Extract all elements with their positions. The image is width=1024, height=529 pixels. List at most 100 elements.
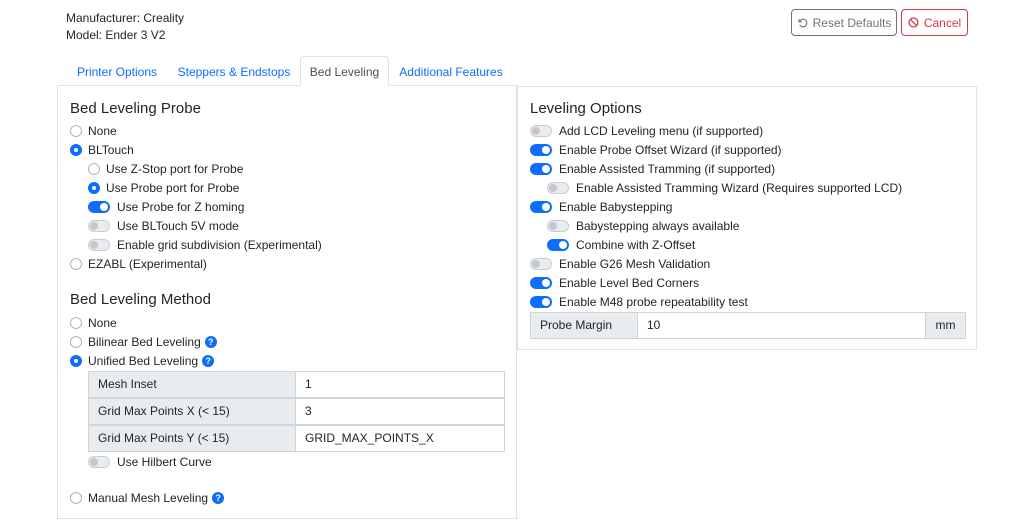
grid-subdivision-label: Enable grid subdivision (Experimental)	[117, 238, 322, 252]
zstop-port-radio[interactable]	[88, 163, 100, 175]
babystep-always-switch[interactable]	[547, 220, 569, 232]
method-unified-option[interactable]: Unified Bed Leveling ?	[70, 352, 215, 370]
combine-zoffset-label: Combine with Z-Offset	[576, 238, 696, 252]
z-homing-switch[interactable]	[88, 201, 110, 213]
method-bilinear-radio[interactable]	[70, 336, 82, 348]
tab-bed-leveling[interactable]: Bed Leveling	[300, 56, 389, 86]
method-manual-option[interactable]: Manual Mesh Leveling ?	[70, 489, 225, 507]
model-text: Model: Ender 3 V2	[66, 28, 166, 42]
bilinear-help-icon[interactable]: ?	[204, 336, 217, 348]
g26-toggle-row[interactable]: Enable G26 Mesh Validation	[530, 255, 710, 273]
cancel-button[interactable]: Cancel	[901, 9, 968, 36]
method-section-title: Bed Leveling Method	[70, 291, 211, 308]
method-manual-radio[interactable]	[70, 492, 82, 504]
tab-steppers-endstops[interactable]: Steppers & Endstops	[170, 57, 298, 87]
method-unified-radio[interactable]	[70, 355, 82, 367]
probe-offset-wizard-switch[interactable]	[530, 144, 552, 156]
probe-bltouch-radio[interactable]	[70, 144, 82, 156]
probe-offset-wizard-toggle-row[interactable]: Enable Probe Offset Wizard (if supported…	[530, 141, 782, 159]
tramming-wizard-toggle-row[interactable]: Enable Assisted Tramming Wizard (Require…	[547, 179, 902, 197]
probe-margin-input[interactable]: 10	[638, 312, 926, 339]
reset-defaults-button[interactable]: Reset Defaults	[791, 9, 897, 36]
mesh-inset-group: Mesh Inset 1	[88, 371, 505, 398]
method-manual-label: Manual Mesh Leveling	[88, 491, 209, 505]
probe-margin-label: Probe Margin	[530, 312, 638, 339]
grid-y-input[interactable]: GRID_MAX_POINTS_X	[296, 425, 505, 452]
probe-section-title: Bed Leveling Probe	[70, 100, 201, 117]
mesh-inset-input[interactable]: 1	[296, 371, 505, 398]
method-bilinear-option[interactable]: Bilinear Bed Leveling ?	[70, 333, 217, 351]
probe-none-radio[interactable]	[70, 125, 82, 137]
grid-subdivision-toggle-row[interactable]: Enable grid subdivision (Experimental)	[88, 236, 322, 254]
probe-bltouch-label: BLTouch	[88, 143, 134, 157]
m48-toggle-row[interactable]: Enable M48 probe repeatability test	[530, 293, 748, 311]
babystep-always-label: Babystepping always available	[576, 219, 740, 233]
probe-offset-wizard-label: Enable Probe Offset Wizard (if supported…	[559, 143, 782, 157]
method-none-radio[interactable]	[70, 317, 82, 329]
combine-zoffset-switch[interactable]	[547, 239, 569, 251]
level-corners-toggle-row[interactable]: Enable Level Bed Corners	[530, 274, 699, 292]
lcd-menu-toggle-row[interactable]: Add LCD Leveling menu (if supported)	[530, 122, 763, 140]
grid-subdivision-switch[interactable]	[88, 239, 110, 251]
g26-switch[interactable]	[530, 258, 552, 270]
undo-icon	[798, 18, 807, 28]
m48-switch[interactable]	[530, 296, 552, 308]
probe-bltouch-option[interactable]: BLTouch	[70, 141, 134, 159]
hilbert-switch[interactable]	[88, 456, 110, 468]
probe-ezabl-radio[interactable]	[70, 258, 82, 270]
manufacturer-text: Manufacturer: Creality	[66, 11, 185, 25]
method-none-label: None	[88, 316, 117, 330]
hilbert-label: Use Hilbert Curve	[117, 455, 212, 469]
assisted-tramming-toggle-row[interactable]: Enable Assisted Tramming (if supported)	[530, 160, 775, 178]
leveling-options-card: Leveling Options Add LCD Leveling menu (…	[517, 86, 977, 350]
g26-label: Enable G26 Mesh Validation	[559, 257, 711, 271]
z-homing-label: Use Probe for Z homing	[117, 200, 245, 214]
method-unified-label: Unified Bed Leveling	[88, 354, 199, 368]
babystepping-toggle-row[interactable]: Enable Babystepping	[530, 198, 672, 216]
bltouch-5v-toggle-row[interactable]: Use BLTouch 5V mode	[88, 217, 239, 235]
method-none-option[interactable]: None	[70, 314, 117, 332]
reset-defaults-label: Reset Defaults	[812, 15, 892, 30]
cancel-label: Cancel	[923, 15, 962, 30]
tramming-wizard-label: Enable Assisted Tramming Wizard (Require…	[576, 181, 903, 195]
manual-help-icon[interactable]: ?	[212, 492, 225, 504]
probe-port-label: Use Probe port for Probe	[106, 181, 240, 195]
assisted-tramming-switch[interactable]	[530, 163, 552, 175]
combine-zoffset-toggle-row[interactable]: Combine with Z-Offset	[547, 236, 695, 254]
m48-label: Enable M48 probe repeatability test	[559, 295, 748, 309]
zstop-port-label: Use Z-Stop port for Probe	[106, 162, 244, 176]
probe-port-radio[interactable]	[88, 182, 100, 194]
tab-additional-features[interactable]: Additional Features	[393, 57, 509, 87]
lcd-menu-switch[interactable]	[530, 125, 552, 137]
probe-ezabl-option[interactable]: EZABL (Experimental)	[70, 255, 207, 273]
grid-x-group: Grid Max Points X (< 15) 3	[88, 398, 505, 425]
printer-info: Manufacturer: Creality Model: Ender 3 V2	[66, 10, 184, 44]
grid-x-label: Grid Max Points X (< 15)	[88, 398, 296, 425]
lcd-menu-label: Add LCD Leveling menu (if supported)	[559, 124, 764, 138]
babystep-always-toggle-row[interactable]: Babystepping always available	[547, 217, 739, 235]
probe-none-option[interactable]: None	[70, 122, 117, 140]
tab-printer-options[interactable]: Printer Options	[67, 57, 167, 87]
method-bilinear-label: Bilinear Bed Leveling	[88, 335, 201, 349]
grid-x-input[interactable]: 3	[296, 398, 505, 425]
options-section-title: Leveling Options	[530, 100, 642, 117]
bed-leveling-card: Bed Leveling Probe None BLTouch Use Z-St…	[57, 85, 517, 519]
bltouch-5v-label: Use BLTouch 5V mode	[117, 219, 239, 233]
babystepping-switch[interactable]	[530, 201, 552, 213]
tramming-wizard-switch[interactable]	[547, 182, 569, 194]
zstop-port-option[interactable]: Use Z-Stop port for Probe	[88, 160, 243, 178]
probe-port-option[interactable]: Use Probe port for Probe	[88, 179, 239, 197]
ban-icon	[908, 17, 919, 28]
probe-none-label: None	[88, 124, 117, 138]
probe-margin-unit: mm	[926, 312, 966, 339]
probe-ezabl-label: EZABL (Experimental)	[88, 257, 207, 271]
bltouch-5v-switch[interactable]	[88, 220, 110, 232]
assisted-tramming-label: Enable Assisted Tramming (if supported)	[559, 162, 776, 176]
level-corners-label: Enable Level Bed Corners	[559, 276, 700, 290]
z-homing-toggle-row[interactable]: Use Probe for Z homing	[88, 198, 244, 216]
unified-help-icon[interactable]: ?	[202, 355, 215, 367]
probe-margin-group: Probe Margin 10 mm	[530, 312, 966, 339]
hilbert-toggle-row[interactable]: Use Hilbert Curve	[88, 453, 212, 471]
grid-y-group: Grid Max Points Y (< 15) GRID_MAX_POINTS…	[88, 425, 505, 452]
level-corners-switch[interactable]	[530, 277, 552, 289]
